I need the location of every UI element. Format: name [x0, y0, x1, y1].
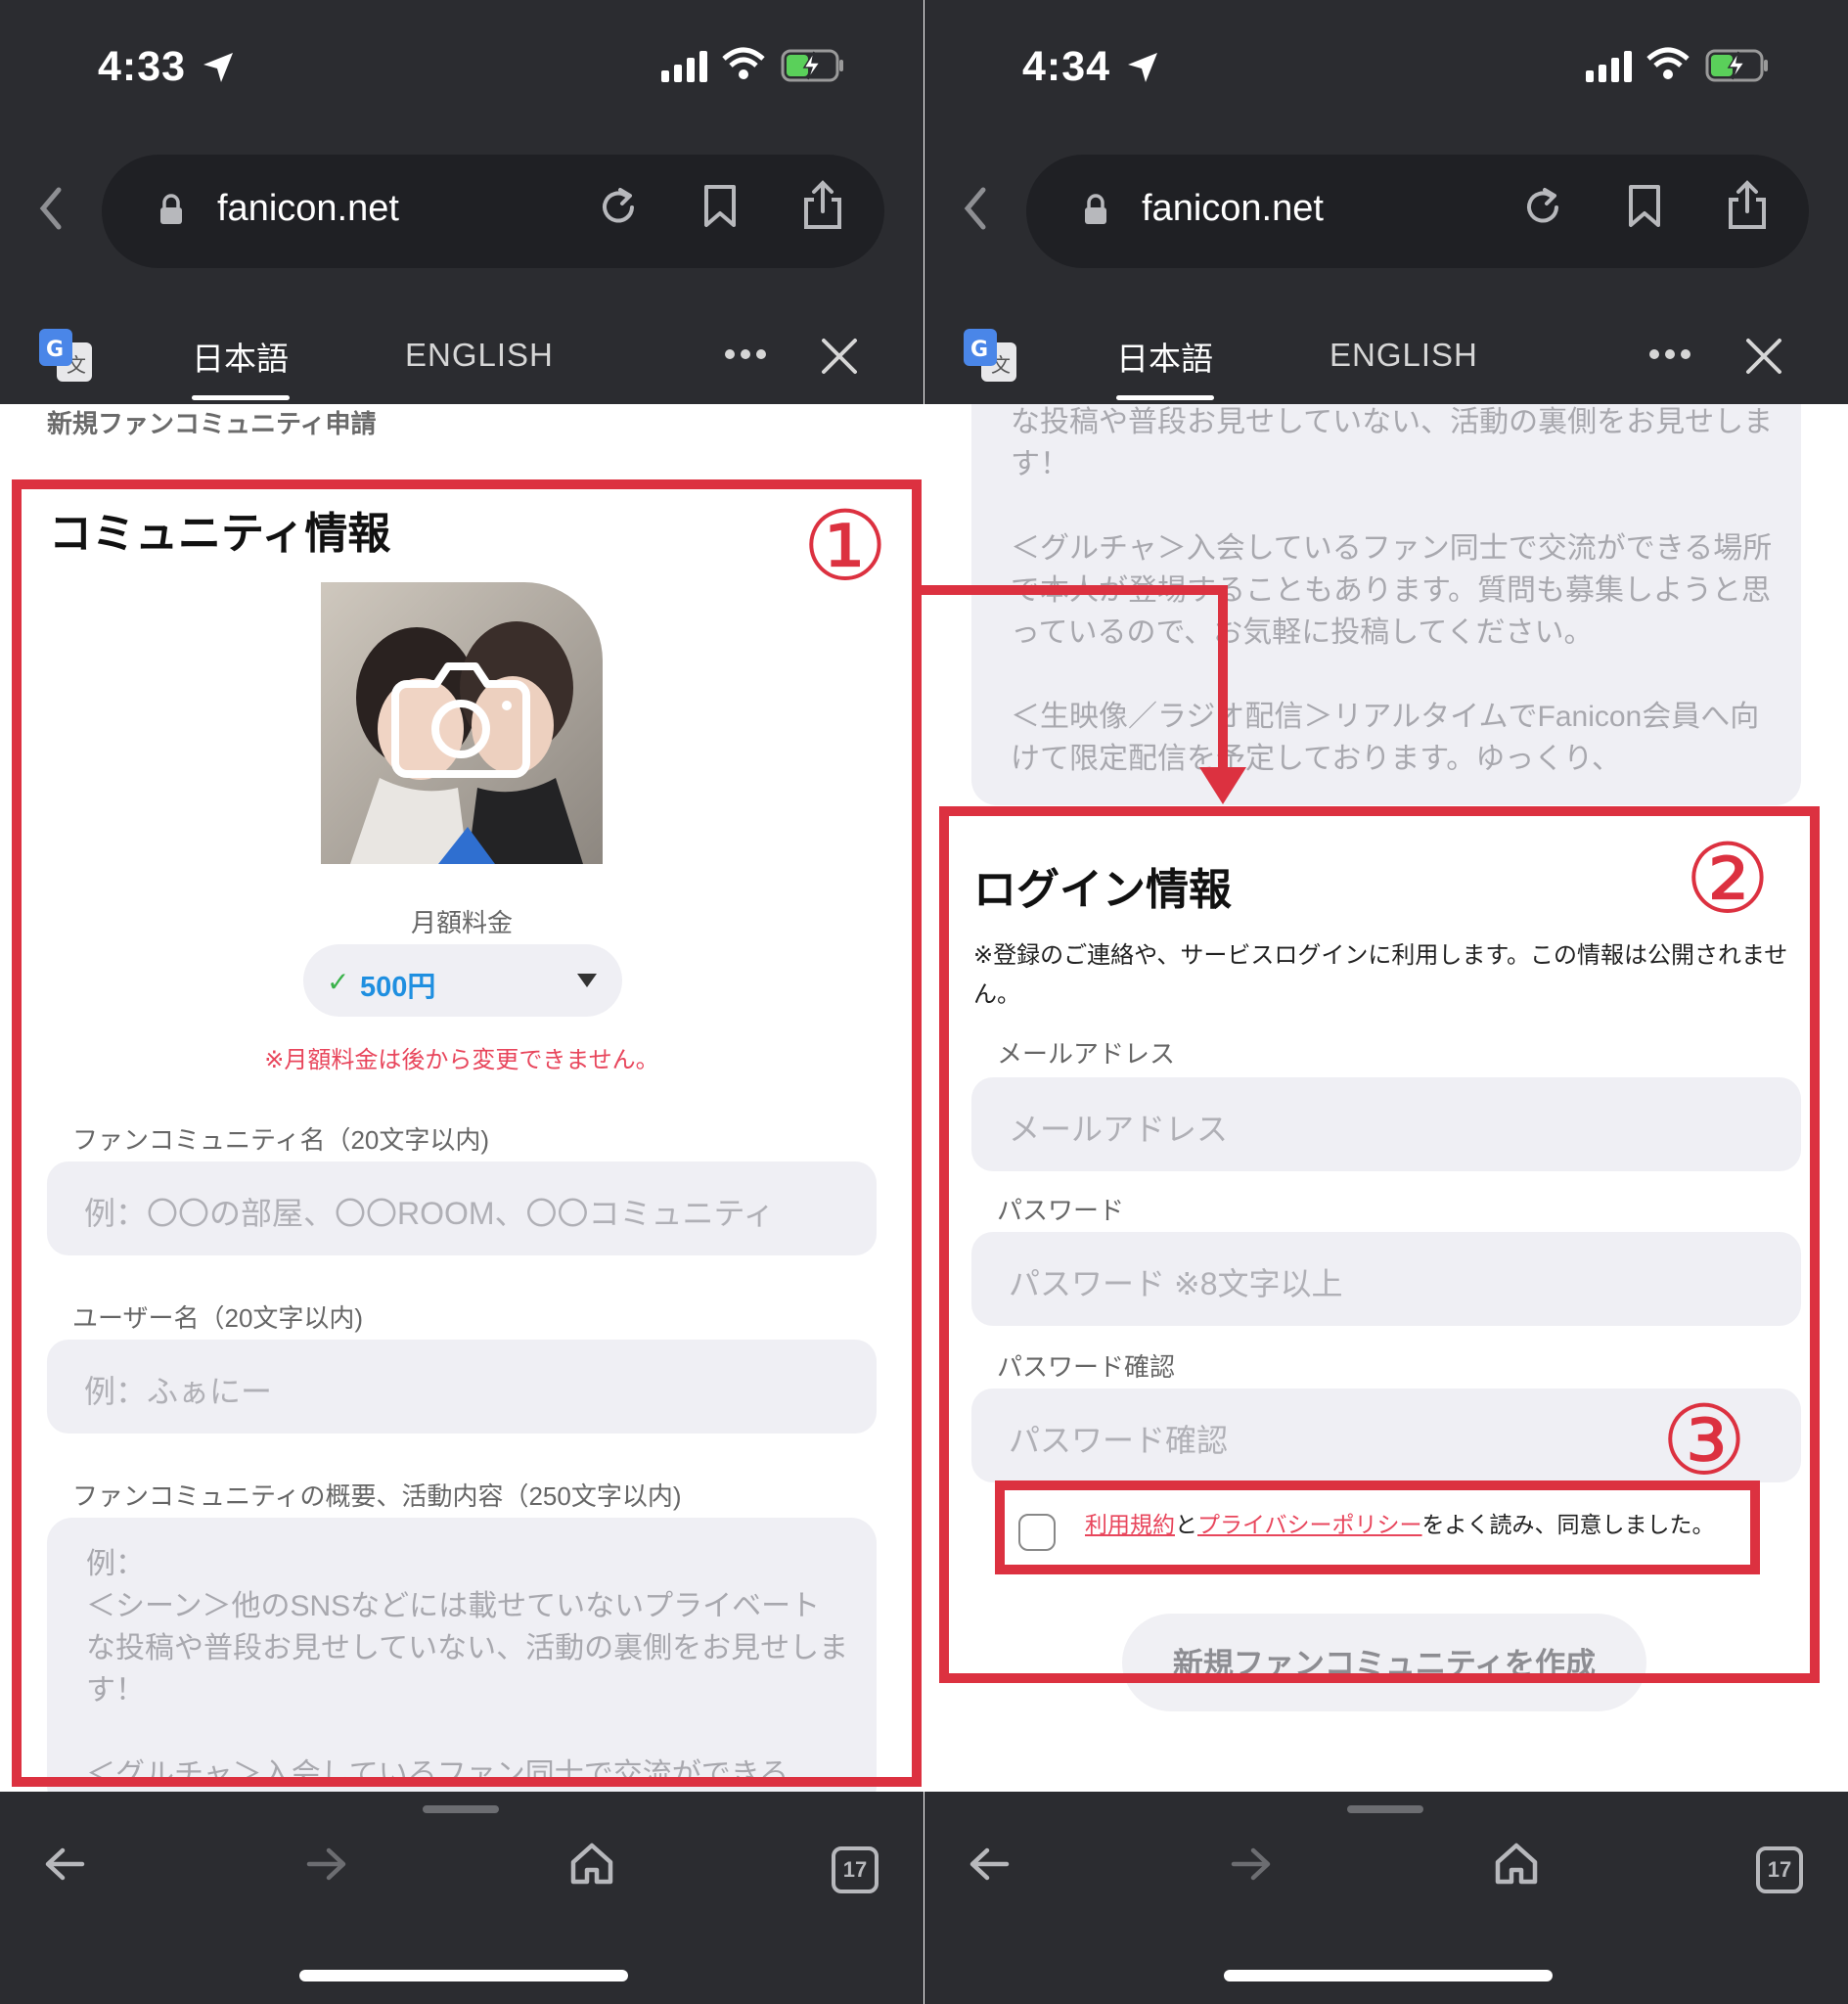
tabs-icon[interactable]: 17	[832, 1846, 879, 1893]
share-icon[interactable]	[802, 180, 843, 231]
description-textarea[interactable]: ＜シーン＞他のSNSなどには載せていないプライベートな投稿や普段お見せしていない…	[971, 404, 1801, 805]
status-bar: 4:33	[0, 0, 924, 137]
google-translate-icon[interactable]: 文G	[39, 329, 94, 384]
arrow-left-icon[interactable]	[43, 1846, 86, 1882]
signal-icon	[1586, 51, 1632, 82]
browser-toolbar: 17	[924, 1792, 1848, 2004]
annotation-box-agree	[995, 1480, 1760, 1574]
arrow-left-icon[interactable]	[968, 1846, 1011, 1882]
lock-icon	[1085, 194, 1106, 224]
arrow-right-icon[interactable]	[305, 1846, 348, 1882]
battery-charging-icon	[1705, 49, 1768, 82]
reload-icon[interactable]	[1521, 186, 1564, 229]
bookmark-icon[interactable]	[702, 184, 738, 229]
drag-handle[interactable]	[423, 1805, 499, 1813]
annotation-number-1: ①	[802, 491, 888, 603]
address-bar[interactable]: fanicon.net	[1026, 155, 1809, 268]
location-arrow-icon	[1128, 53, 1157, 82]
translate-bar: 文G 日本語 ENGLISH	[924, 294, 1848, 404]
drag-handle[interactable]	[1347, 1805, 1423, 1813]
url-host: fanicon.net	[1142, 188, 1324, 229]
tab-english[interactable]: ENGLISH	[1330, 337, 1478, 374]
tabs-icon[interactable]: 17	[1756, 1846, 1803, 1893]
active-tab-indicator	[1116, 395, 1214, 400]
wifi-icon	[1646, 47, 1690, 79]
lock-icon	[160, 194, 182, 224]
chevron-left-icon[interactable]	[35, 184, 65, 233]
wifi-icon	[722, 47, 765, 79]
google-translate-icon[interactable]: 文G	[964, 329, 1018, 384]
status-bar: 4:34	[924, 0, 1848, 137]
signal-icon	[661, 51, 707, 82]
tab-japanese[interactable]: 日本語	[192, 333, 289, 380]
breadcrumb: 新規ファンコミュニティ申請	[47, 409, 377, 438]
share-icon[interactable]	[1727, 180, 1768, 231]
annotation-box-community	[12, 479, 922, 1787]
annotation-number-2: ②	[1685, 824, 1771, 935]
close-icon[interactable]	[820, 337, 859, 376]
chevron-left-icon[interactable]	[960, 184, 989, 233]
browser-toolbar: 17	[0, 1792, 924, 2004]
more-icon[interactable]	[724, 348, 767, 360]
home-icon[interactable]	[1494, 1841, 1539, 1886]
url-bar-row: fanicon.net	[924, 137, 1848, 294]
bookmark-icon[interactable]	[1627, 184, 1662, 229]
status-time: 4:34	[1022, 43, 1111, 90]
annotation-number-3: ③	[1661, 1386, 1747, 1497]
close-icon[interactable]	[1744, 337, 1783, 376]
address-bar[interactable]: fanicon.net	[102, 155, 884, 268]
url-bar-row: fanicon.net	[0, 137, 924, 294]
tab-english[interactable]: ENGLISH	[405, 337, 554, 374]
translate-bar: 文G 日本語 ENGLISH	[0, 294, 924, 404]
location-arrow-icon	[203, 53, 233, 82]
svg-text:G: G	[970, 338, 988, 362]
home-indicator	[299, 1970, 628, 1981]
url-host: fanicon.net	[217, 188, 399, 229]
description-text: ＜シーン＞他のSNSなどには載せていないプライベートな投稿や普段お見せしていない…	[1011, 406, 1774, 775]
home-icon[interactable]	[569, 1841, 614, 1886]
more-icon[interactable]	[1648, 348, 1691, 360]
svg-text:G: G	[46, 338, 64, 362]
status-time: 4:33	[98, 43, 187, 90]
arrow-right-icon[interactable]	[1230, 1846, 1273, 1882]
tab-japanese[interactable]: 日本語	[1116, 333, 1213, 380]
reload-icon[interactable]	[597, 186, 640, 229]
home-indicator	[1224, 1970, 1553, 1981]
battery-charging-icon	[781, 49, 843, 82]
active-tab-indicator	[192, 395, 290, 400]
